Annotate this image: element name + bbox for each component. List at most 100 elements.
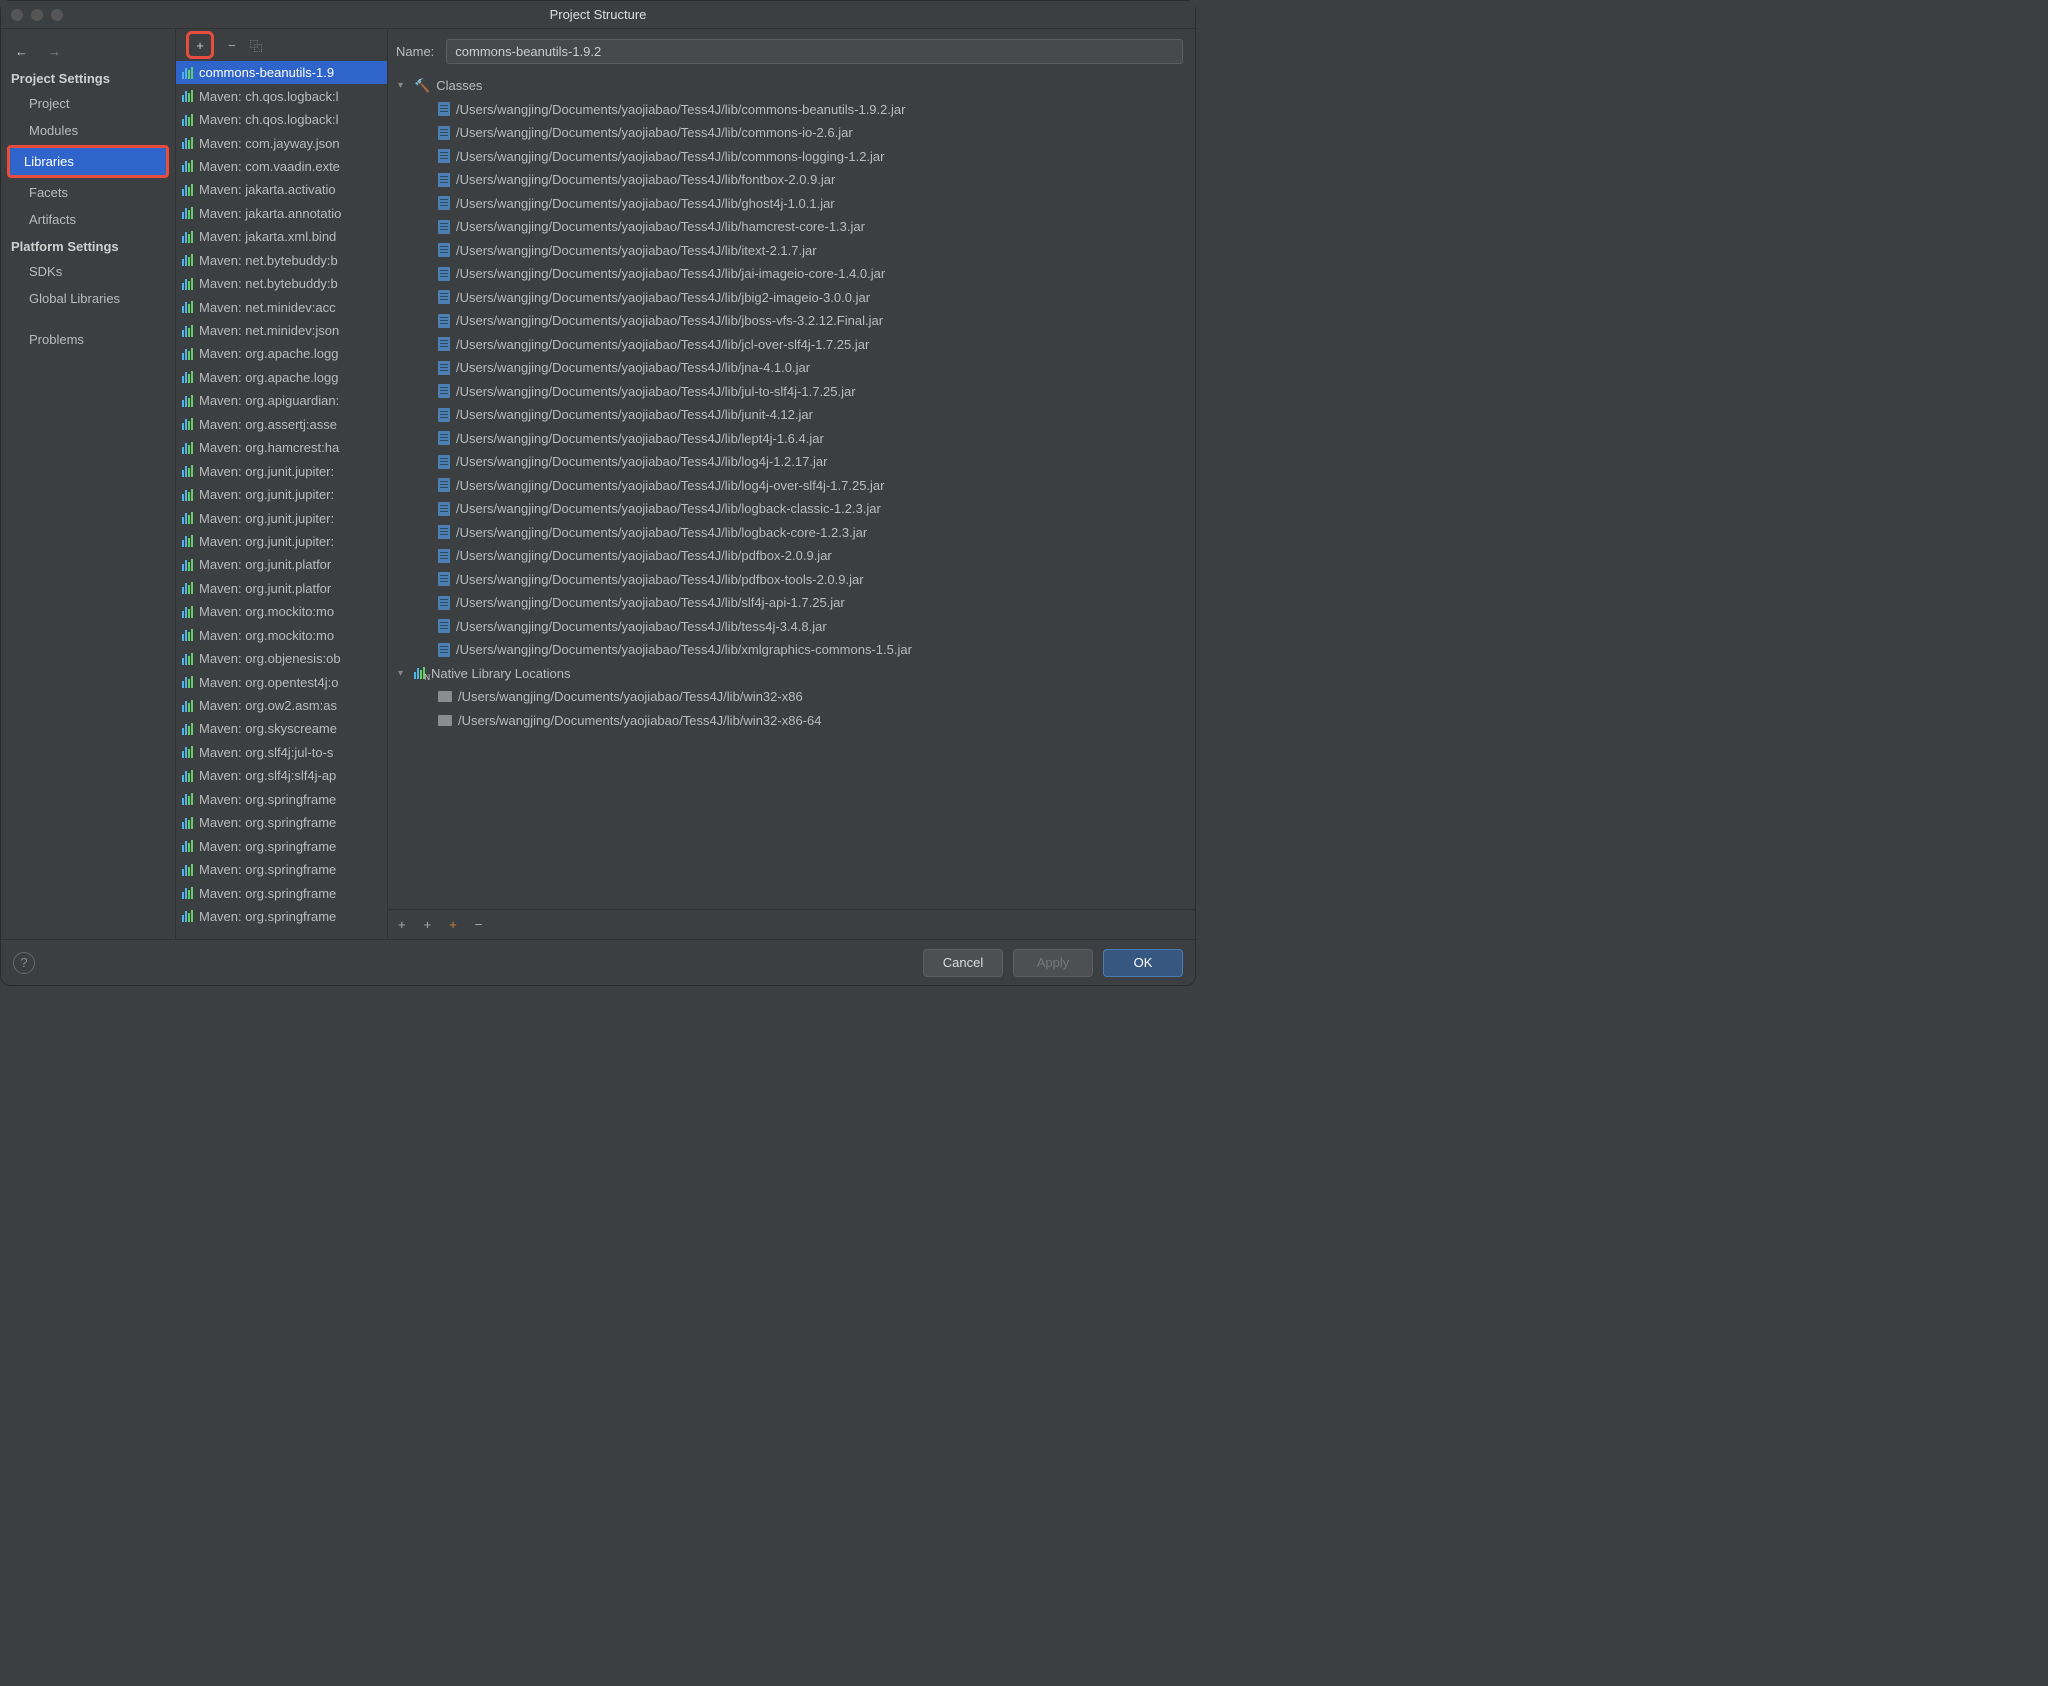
- library-item[interactable]: Maven: org.springframe: [176, 788, 387, 811]
- nav-item-sdks[interactable]: SDKs: [1, 258, 175, 285]
- library-item[interactable]: Maven: ch.qos.logback:l: [176, 84, 387, 107]
- apply-button[interactable]: Apply: [1013, 949, 1093, 977]
- class-entry[interactable]: /Users/wangjing/Documents/yaojiabao/Tess…: [394, 474, 1189, 498]
- library-item[interactable]: Maven: org.junit.platfor: [176, 577, 387, 600]
- library-item[interactable]: Maven: org.mockito:mo: [176, 624, 387, 647]
- nav-item-global-libs[interactable]: Global Libraries: [1, 285, 175, 312]
- class-entry[interactable]: /Users/wangjing/Documents/yaojiabao/Tess…: [394, 286, 1189, 310]
- library-item[interactable]: Maven: org.springframe: [176, 834, 387, 857]
- back-arrow-icon[interactable]: ←: [15, 44, 28, 59]
- class-entry[interactable]: /Users/wangjing/Documents/yaojiabao/Tess…: [394, 356, 1189, 380]
- jar-icon: [438, 455, 450, 469]
- library-item[interactable]: Maven: org.objenesis:ob: [176, 647, 387, 670]
- nav-item-project[interactable]: Project: [1, 90, 175, 117]
- native-entry[interactable]: /Users/wangjing/Documents/yaojiabao/Tess…: [394, 685, 1189, 709]
- class-entry[interactable]: /Users/wangjing/Documents/yaojiabao/Tess…: [394, 544, 1189, 568]
- library-item[interactable]: Maven: org.junit.platfor: [176, 553, 387, 576]
- class-entry[interactable]: /Users/wangjing/Documents/yaojiabao/Tess…: [394, 121, 1189, 145]
- library-item[interactable]: Maven: org.opentest4j:o: [176, 670, 387, 693]
- class-entry[interactable]: /Users/wangjing/Documents/yaojiabao/Tess…: [394, 380, 1189, 404]
- library-item[interactable]: Maven: org.springframe: [176, 905, 387, 928]
- class-entry[interactable]: /Users/wangjing/Documents/yaojiabao/Tess…: [394, 521, 1189, 545]
- add-library-button[interactable]: +: [186, 31, 214, 59]
- library-item[interactable]: Maven: org.mockito:mo: [176, 600, 387, 623]
- class-entry[interactable]: /Users/wangjing/Documents/yaojiabao/Tess…: [394, 168, 1189, 192]
- ok-button[interactable]: OK: [1103, 949, 1183, 977]
- nav-item-modules[interactable]: Modules: [1, 117, 175, 144]
- class-entry[interactable]: /Users/wangjing/Documents/yaojiabao/Tess…: [394, 98, 1189, 122]
- library-icon: [182, 793, 193, 805]
- class-entry[interactable]: /Users/wangjing/Documents/yaojiabao/Tess…: [394, 333, 1189, 357]
- classes-node[interactable]: ▾🔨Classes: [394, 74, 1189, 98]
- nav-item-facets[interactable]: Facets: [1, 179, 175, 206]
- library-item[interactable]: Maven: jakarta.annotatio: [176, 202, 387, 225]
- library-item[interactable]: Maven: net.bytebuddy:b: [176, 249, 387, 272]
- library-item[interactable]: Maven: com.jayway.json: [176, 131, 387, 154]
- library-item[interactable]: Maven: org.slf4j:jul-to-s: [176, 741, 387, 764]
- cancel-button[interactable]: Cancel: [923, 949, 1003, 977]
- library-item[interactable]: Maven: ch.qos.logback:l: [176, 108, 387, 131]
- library-item[interactable]: Maven: jakarta.xml.bind: [176, 225, 387, 248]
- class-entry[interactable]: /Users/wangjing/Documents/yaojiabao/Tess…: [394, 497, 1189, 521]
- library-item[interactable]: Maven: org.springframe: [176, 881, 387, 904]
- class-entry[interactable]: /Users/wangjing/Documents/yaojiabao/Tess…: [394, 145, 1189, 169]
- native-node[interactable]: ▾NNative Library Locations: [394, 662, 1189, 686]
- class-entry[interactable]: /Users/wangjing/Documents/yaojiabao/Tess…: [394, 615, 1189, 639]
- nav-item-artifacts[interactable]: Artifacts: [1, 206, 175, 233]
- help-button[interactable]: ?: [13, 952, 35, 974]
- jar-icon: [438, 173, 450, 187]
- library-item[interactable]: Maven: org.junit.jupiter:: [176, 530, 387, 553]
- window-title: Project Structure: [1, 7, 1195, 22]
- library-item[interactable]: Maven: org.hamcrest:ha: [176, 436, 387, 459]
- library-item[interactable]: Maven: net.bytebuddy:b: [176, 272, 387, 295]
- library-icon: [182, 395, 193, 407]
- class-entry[interactable]: /Users/wangjing/Documents/yaojiabao/Tess…: [394, 309, 1189, 333]
- class-entry[interactable]: /Users/wangjing/Documents/yaojiabao/Tess…: [394, 403, 1189, 427]
- library-tree[interactable]: ▾🔨Classes/Users/wangjing/Documents/yaoji…: [388, 74, 1195, 909]
- forward-arrow-icon[interactable]: →: [48, 44, 61, 59]
- library-item[interactable]: Maven: net.minidev:json: [176, 319, 387, 342]
- library-item[interactable]: commons-beanutils-1.9: [176, 61, 387, 84]
- library-item[interactable]: Maven: org.junit.jupiter:: [176, 506, 387, 529]
- tree-add-dir-button[interactable]: +: [449, 917, 457, 932]
- library-item[interactable]: Maven: org.skyscreame: [176, 717, 387, 740]
- native-entry[interactable]: /Users/wangjing/Documents/yaojiabao/Tess…: [394, 709, 1189, 733]
- library-item[interactable]: Maven: net.minidev:acc: [176, 295, 387, 318]
- tree-remove-button[interactable]: −: [475, 917, 483, 932]
- library-icon: [182, 348, 193, 360]
- class-entry[interactable]: /Users/wangjing/Documents/yaojiabao/Tess…: [394, 450, 1189, 474]
- library-item[interactable]: Maven: jakarta.activatio: [176, 178, 387, 201]
- library-item[interactable]: Maven: org.apiguardian:: [176, 389, 387, 412]
- class-entry[interactable]: /Users/wangjing/Documents/yaojiabao/Tess…: [394, 215, 1189, 239]
- class-entry[interactable]: /Users/wangjing/Documents/yaojiabao/Tess…: [394, 591, 1189, 615]
- library-icon: [182, 231, 193, 243]
- copy-library-button[interactable]: ⿻: [250, 36, 263, 55]
- library-item[interactable]: Maven: org.apache.logg: [176, 366, 387, 389]
- class-entry[interactable]: /Users/wangjing/Documents/yaojiabao/Tess…: [394, 192, 1189, 216]
- remove-library-button[interactable]: −: [228, 38, 236, 53]
- library-item[interactable]: Maven: org.springframe: [176, 858, 387, 881]
- class-entry[interactable]: /Users/wangjing/Documents/yaojiabao/Tess…: [394, 239, 1189, 263]
- class-entry[interactable]: /Users/wangjing/Documents/yaojiabao/Tess…: [394, 262, 1189, 286]
- library-icon: [182, 301, 193, 313]
- library-item[interactable]: Maven: org.junit.jupiter:: [176, 459, 387, 482]
- class-entry[interactable]: /Users/wangjing/Documents/yaojiabao/Tess…: [394, 427, 1189, 451]
- nav-item-libraries[interactable]: Libraries: [7, 145, 169, 178]
- class-entry[interactable]: /Users/wangjing/Documents/yaojiabao/Tess…: [394, 638, 1189, 662]
- tree-add-button[interactable]: +: [398, 917, 406, 932]
- library-name-input[interactable]: [446, 39, 1183, 64]
- library-item[interactable]: Maven: org.assertj:asse: [176, 413, 387, 436]
- nav-item-problems[interactable]: Problems: [1, 326, 175, 353]
- library-item[interactable]: Maven: org.ow2.asm:as: [176, 694, 387, 717]
- tree-add-excluded-button[interactable]: +: [424, 917, 432, 932]
- library-item[interactable]: Maven: com.vaadin.exte: [176, 155, 387, 178]
- library-item[interactable]: Maven: org.slf4j:slf4j-ap: [176, 764, 387, 787]
- class-entry[interactable]: /Users/wangjing/Documents/yaojiabao/Tess…: [394, 568, 1189, 592]
- library-item-label: Maven: org.apiguardian:: [199, 393, 339, 408]
- library-item[interactable]: Maven: org.apache.logg: [176, 342, 387, 365]
- library-item[interactable]: Maven: org.springframe: [176, 811, 387, 834]
- library-icon: [182, 184, 193, 196]
- tree-toolbar: + + + −: [388, 909, 1195, 939]
- library-item[interactable]: Maven: org.junit.jupiter:: [176, 483, 387, 506]
- library-list[interactable]: commons-beanutils-1.9Maven: ch.qos.logba…: [176, 61, 387, 939]
